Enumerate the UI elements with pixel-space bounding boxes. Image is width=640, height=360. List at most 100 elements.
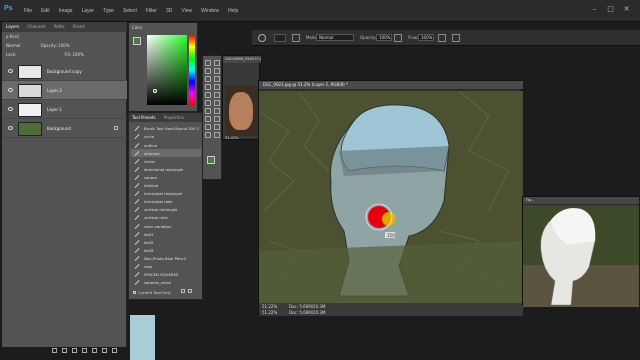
menu-select[interactable]: Select (123, 8, 137, 14)
tool-preset-item[interactable]: vertical rake (131, 214, 201, 222)
fill-value[interactable]: 100% (72, 52, 83, 57)
tab-paths[interactable]: Paths (54, 24, 65, 30)
tool-preset-item[interactable]: Brush Tool Hard Round 200 1 (131, 125, 201, 133)
layer-row-background[interactable]: Background (2, 119, 127, 138)
adjustment-layer-icon[interactable] (82, 348, 87, 353)
tool-preset-item[interactable]: leaf3 (131, 247, 201, 255)
kind-filter[interactable]: ρ Kind (6, 34, 19, 39)
healing-tool-icon[interactable] (205, 84, 211, 90)
tool-preset-item[interactable]: squares_small (131, 279, 201, 287)
reference-window[interactable]: DSC06906_RE0037.jpg @ 44% 31.43% (222, 55, 261, 140)
link-layers-icon[interactable] (52, 348, 57, 353)
menu-type[interactable]: Type (103, 8, 114, 14)
menu-window[interactable]: Window (201, 8, 219, 14)
new-layer-icon[interactable] (102, 348, 107, 353)
type-tool-icon[interactable] (214, 116, 220, 122)
move-tool-icon[interactable] (205, 60, 211, 66)
close-button[interactable]: ✕ (622, 5, 631, 14)
shape-tool-icon[interactable] (214, 124, 220, 130)
photo-reference-window[interactable]: Fig... (522, 196, 639, 307)
layer-row-background-copy[interactable]: Background copy (2, 62, 127, 81)
tool-preset-item[interactable]: SPACED SQUARES (131, 271, 201, 279)
mode-select[interactable]: Normal (316, 34, 354, 41)
foreground-color-swatch[interactable] (133, 37, 141, 45)
menu-help[interactable]: Help (228, 8, 238, 14)
flow-input[interactable]: 100% (418, 34, 434, 41)
pressure-opacity-icon[interactable] (394, 34, 402, 42)
layer-style-icon[interactable] (62, 348, 67, 353)
new-preset-icon[interactable] (181, 289, 185, 293)
trash-icon[interactable] (112, 348, 117, 353)
menu-image[interactable]: Image (59, 8, 73, 14)
layer-row-layer-1[interactable]: Layer 1 (2, 100, 127, 119)
new-group-icon[interactable] (92, 348, 97, 353)
foreground-color-swatch[interactable] (207, 156, 215, 164)
tool-preset-item[interactable]: Non-Photo Blue Pencil (131, 255, 201, 263)
add-mask-icon[interactable] (72, 348, 77, 353)
quick-select-tool-icon[interactable] (214, 68, 220, 74)
menu-3d[interactable]: 3D (166, 8, 172, 14)
path-select-icon[interactable] (205, 124, 211, 130)
menu-file[interactable]: File (24, 8, 32, 14)
eye-icon[interactable] (8, 126, 13, 130)
color-picker-cursor[interactable] (153, 89, 157, 93)
opacity-value[interactable]: 100% (58, 43, 69, 48)
hue-slider[interactable] (189, 35, 195, 105)
opacity-input[interactable]: 100% (376, 34, 392, 41)
tool-preset-item[interactable]: color variation (131, 222, 201, 230)
pressure-size-icon[interactable] (452, 34, 460, 42)
blur-tool-icon[interactable] (205, 108, 211, 114)
zoom-level[interactable]: 51.22% (262, 304, 277, 309)
tab-properties[interactable]: Properties (164, 115, 184, 120)
tool-preset-item[interactable]: thinline (131, 182, 201, 190)
crop-tool-icon[interactable] (205, 76, 211, 82)
tool-preset-item[interactable]: outline (131, 141, 201, 149)
eye-icon[interactable] (8, 107, 13, 111)
eye-icon[interactable] (8, 88, 13, 92)
pen-tool-icon[interactable] (205, 116, 211, 122)
tool-preset-item[interactable]: horizontal rake (131, 198, 201, 206)
layer-row-layer-2[interactable]: Layer 2 (2, 81, 127, 100)
tab-layers[interactable]: Layers (6, 24, 19, 30)
eraser-tool-icon[interactable] (205, 100, 211, 106)
tool-preset-item[interactable]: rads (131, 263, 201, 271)
tool-preset-item[interactable]: horizontal rectangle (131, 190, 201, 198)
stamp-tool-icon[interactable] (205, 92, 211, 98)
maximize-button[interactable]: □ (606, 5, 615, 14)
marquee-tool-icon[interactable] (214, 60, 220, 66)
document-window[interactable]: DSC_0023.jpg @ 51.2% (Layer 2, RGB/8) * … (258, 80, 523, 316)
tool-preset-item[interactable]: chisel (131, 157, 201, 165)
minimize-button[interactable]: – (590, 5, 599, 14)
brush-preset-picker[interactable] (274, 34, 286, 42)
tab-smart[interactable]: Smart (73, 24, 85, 30)
menu-layer[interactable]: Layer (82, 8, 95, 14)
checkbox-icon[interactable] (133, 291, 136, 294)
brush-tool-icon[interactable] (214, 84, 220, 90)
color-field[interactable] (147, 35, 187, 105)
menu-filter[interactable]: Filter (146, 8, 157, 14)
brush-panel-icon[interactable] (292, 34, 300, 42)
canvas[interactable]: 150 (259, 91, 523, 303)
blend-mode-select[interactable]: Normal (6, 43, 20, 50)
zoom-tool-icon[interactable] (214, 132, 220, 138)
hand-tool-icon[interactable] (205, 132, 211, 138)
eye-icon[interactable] (8, 69, 13, 73)
gradient-tool-icon[interactable] (214, 100, 220, 106)
tool-preset-item[interactable]: airbrush (131, 149, 201, 157)
eyedropper-tool-icon[interactable] (214, 76, 220, 82)
tool-preset-item[interactable]: circle (131, 133, 201, 141)
menu-edit[interactable]: Edit (41, 8, 50, 14)
trash-icon[interactable] (188, 289, 192, 293)
brush-icon[interactable] (258, 34, 266, 42)
tool-preset-item[interactable]: leaf1 (131, 230, 201, 238)
tool-preset-item[interactable]: vertical rectangle (131, 206, 201, 214)
history-brush-icon[interactable] (214, 92, 220, 98)
tool-preset-item[interactable]: square (131, 174, 201, 182)
lasso-tool-icon[interactable] (205, 68, 211, 74)
airbrush-icon[interactable] (438, 34, 446, 42)
tab-tool-presets[interactable]: Tool Presets (132, 115, 156, 120)
menu-view[interactable]: View (181, 8, 192, 14)
tool-preset-item[interactable]: directional rectangle (131, 166, 201, 174)
tool-preset-item[interactable]: leaf2 (131, 238, 201, 246)
tab-channels[interactable]: Channels (27, 24, 46, 30)
